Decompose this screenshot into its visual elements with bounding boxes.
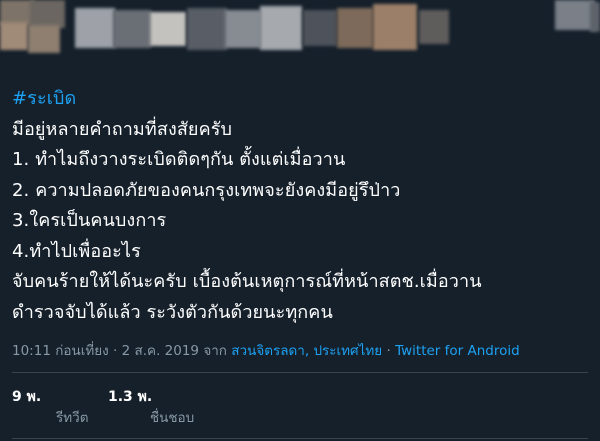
divider [12, 438, 588, 439]
tweet-line: 2. ความปลอดภัยของคนกรุงเทพจะยังคงมีอยู่ร… [12, 179, 401, 201]
tweet-time[interactable]: 10:11 ก่อนเที่ยง [12, 343, 109, 359]
avatar[interactable] [0, 0, 70, 55]
engagement-stats: 9 พ. รีทวีต 1.3 พ. ชื่นชอบ [12, 388, 592, 428]
meta-separator: · [113, 343, 118, 359]
retweets-count: 9 พ. [12, 389, 42, 405]
source-link[interactable]: Twitter for Android [395, 343, 520, 359]
likes-label: ชื่นชอบ [150, 410, 195, 426]
tweet-line: 4.ทำไปเพื่ออะไร [12, 240, 141, 262]
tweet-metadata: 10:11 ก่อนเที่ยง · 2 ส.ค. 2019 จาก สวนจิ… [12, 339, 520, 361]
tweet-line: จับคนร้ายให้ได้นะครับ เบื้องต้นเหตุการณ์… [12, 271, 482, 292]
tweet-header [0, 0, 600, 70]
likes-count: 1.3 พ. [108, 389, 153, 405]
tweet-line: 3.ใครเป็นคนบงการ [12, 210, 167, 231]
display-name[interactable] [75, 0, 600, 60]
location-link[interactable]: สวนจิตรลดา, ประเทศไทย [231, 343, 382, 359]
tweet-date[interactable]: 2 ส.ค. 2019 [122, 343, 199, 359]
tweet-line: มีอยู่หลายคำถามที่สงสัยครับ [12, 118, 233, 140]
from-label: จาก [203, 343, 227, 359]
retweets-label: รีทวีต [56, 410, 89, 426]
tweet-text: #ระเบิด มีอยู่หลายคำถามที่สงสัยครับ 1. ท… [12, 84, 592, 328]
tweet-line: 1. ทำไมถึงวางระเบิดติดๆกัน ตั้งแต่เมื่อว… [12, 149, 346, 170]
divider [12, 372, 588, 373]
likes-stat[interactable]: 1.3 พ. ชื่นชอบ [108, 388, 194, 427]
hashtag-link[interactable]: #ระเบิด [12, 88, 76, 109]
meta-separator: · [386, 343, 391, 359]
retweets-stat[interactable]: 9 พ. รีทวีต [12, 388, 89, 427]
tweet-line-hashtag: #ระเบิด [12, 84, 592, 115]
tweet-line: ดำรวจจับได้แล้ว ระวังตัวกันด้วยนะทุกคน [12, 301, 333, 323]
